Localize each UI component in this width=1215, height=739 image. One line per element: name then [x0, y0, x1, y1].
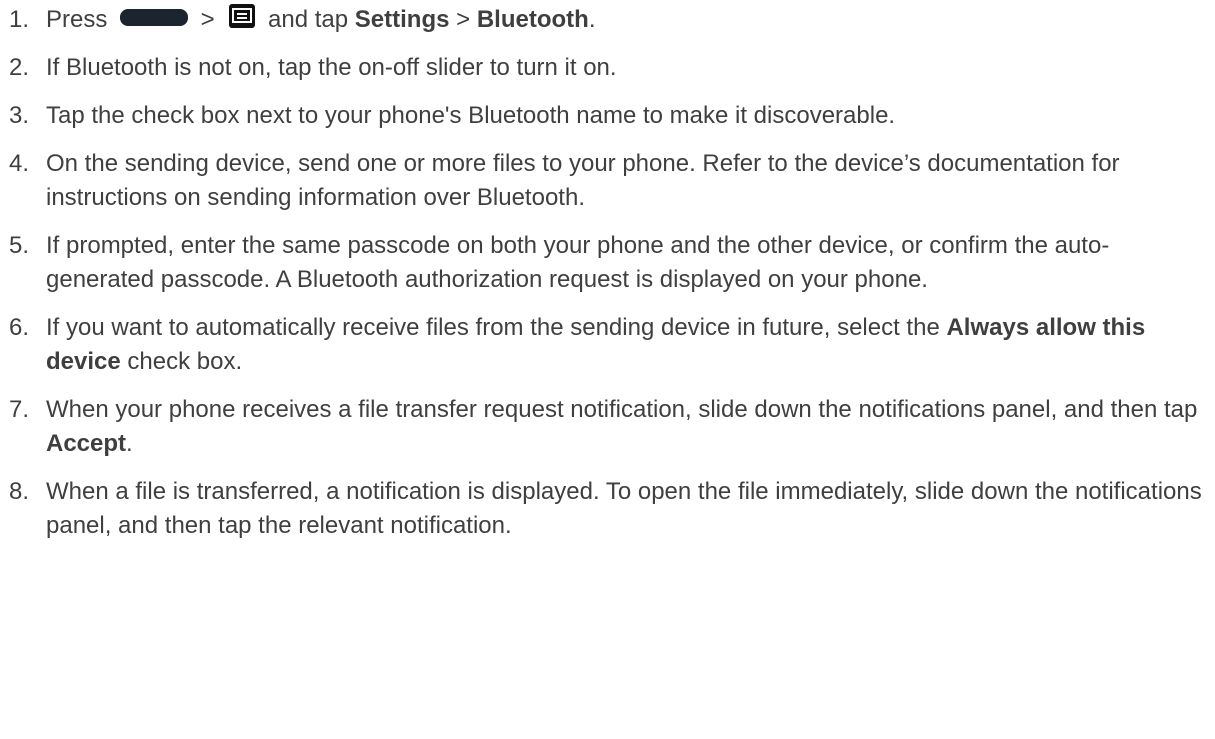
step-number: 7.	[9, 396, 30, 423]
step-text: Press > and tap Settings > Bluetooth.	[46, 3, 596, 33]
step-bold-term: Bluetooth	[476, 6, 589, 33]
step-text: On the sending device, send one or more …	[46, 150, 1126, 211]
step-text-run: Press	[46, 6, 115, 33]
step-text: If prompted, enter the same passcode on …	[46, 232, 1109, 293]
step-text-run: If you want to automatically receive fil…	[46, 314, 947, 341]
step-number: 5.	[9, 232, 30, 259]
step-text-run: On the sending device, send one or more …	[46, 150, 1127, 211]
step-text-run: When your phone receives a file transfer…	[46, 396, 1205, 423]
step-number: 3.	[9, 102, 30, 129]
step-text-run: Tap the check box next to your phone's B…	[46, 102, 896, 129]
step-text: Tap the check box next to your phone's B…	[46, 102, 895, 129]
step-number: 4.	[9, 150, 30, 177]
step-number: 6.	[9, 314, 30, 341]
step-item: 7. When your phone receives a file transf…	[0, 393, 1206, 461]
menu-key-icon	[229, 3, 256, 28]
step-text: If Bluetooth is not on, tap the on-off s…	[46, 54, 617, 81]
step-number: 1.	[9, 6, 30, 33]
step-text: If you want to automatically receive fil…	[46, 314, 1145, 375]
step-text-run: >	[194, 6, 222, 33]
step-text-run: When a file is transferred, a notificati…	[46, 478, 1209, 539]
step-text-run: check box.	[120, 348, 243, 375]
home-key-icon	[120, 9, 189, 27]
step-text: When your phone receives a file transfer…	[46, 396, 1204, 457]
step-bold-term: Accept	[46, 430, 127, 457]
step-text-run: and tap	[261, 6, 355, 33]
step-bold-term: Settings	[354, 6, 450, 33]
step-number: 2.	[9, 54, 30, 81]
step-text-run: .	[588, 6, 596, 33]
step-text-run: If Bluetooth is not on, tap the on-off s…	[46, 54, 617, 81]
step-item: 2. If Bluetooth is not on, tap the on-off…	[0, 51, 1206, 85]
step-item: 6. If you want to automatically receive f…	[0, 311, 1206, 379]
step-item: 4. On the sending device, send one or mor…	[0, 147, 1206, 215]
step-item: 5. If prompted, enter the same passcode o…	[0, 229, 1206, 297]
step-text: When a file is transferred, a notificati…	[46, 478, 1208, 539]
step-item: 1. Press > and tap Settings > Bluetooth.	[0, 3, 1206, 37]
instruction-steps: 1. Press > and tap Settings > Bluetooth. 2…	[0, 0, 1215, 543]
step-number: 8.	[9, 478, 30, 505]
step-text-run: >	[449, 6, 477, 33]
step-text-run: If prompted, enter the same passcode on …	[46, 232, 1110, 293]
step-text-run: .	[126, 430, 133, 457]
step-item: 3. Tap the check box next to your phone's…	[0, 99, 1206, 133]
step-item: 8. When a file is transferred, a notifica…	[0, 475, 1206, 543]
